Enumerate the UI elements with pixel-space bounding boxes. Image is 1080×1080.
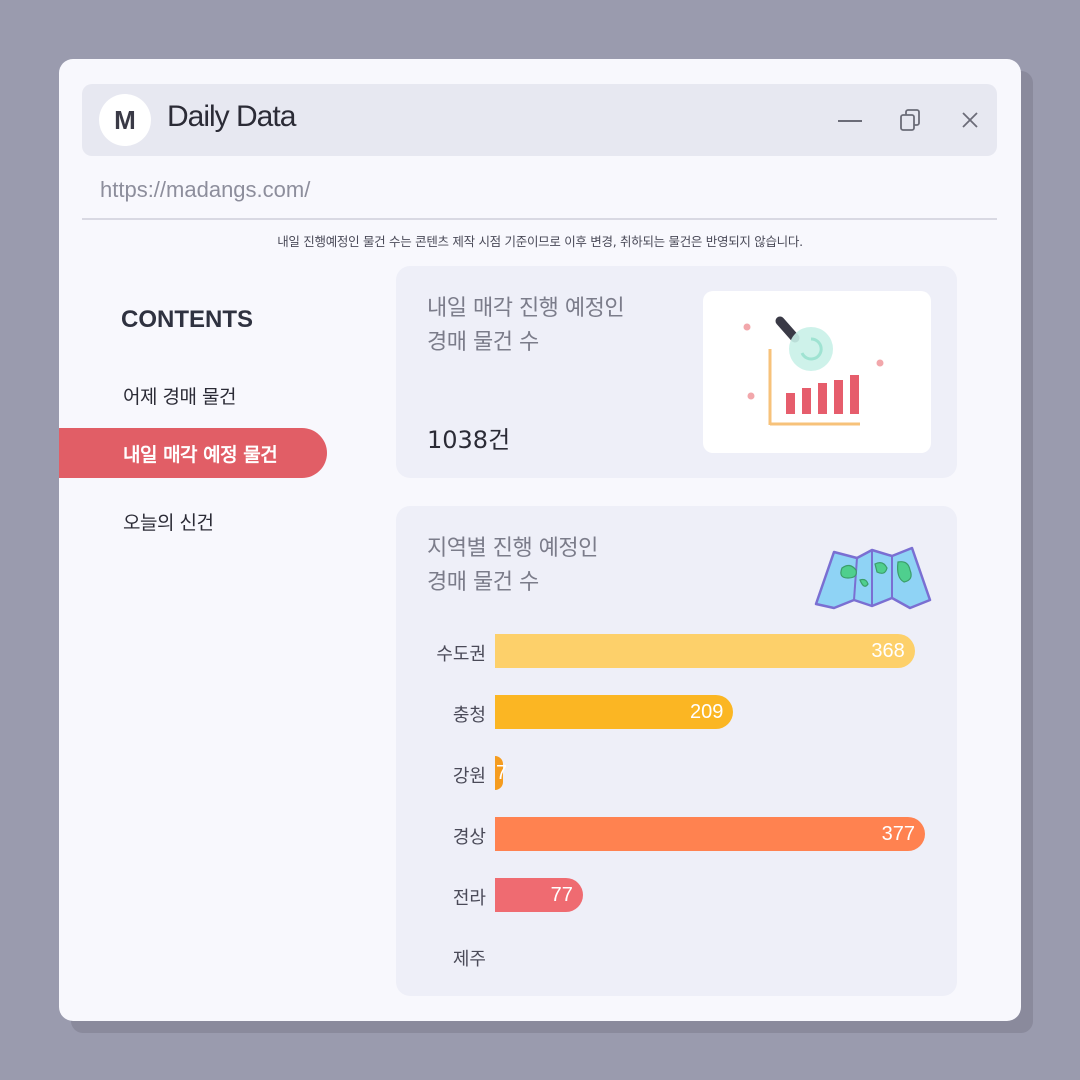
restore-button[interactable] (894, 104, 926, 136)
app-window: M Daily Data https://madangs.com/ 내일 진행예… (59, 59, 1021, 1021)
close-icon (962, 112, 978, 128)
minimize-icon (838, 120, 862, 122)
bar (495, 634, 915, 668)
close-button[interactable] (954, 104, 986, 136)
restore-icon (900, 109, 920, 131)
card-title: 내일 매각 진행 예정인 경매 물건 수 (427, 296, 625, 355)
bar-row: 제주 (396, 939, 956, 973)
bar-category-label: 수도권 (436, 644, 486, 665)
url-divider (82, 218, 997, 220)
bar-value-label: 209 (690, 701, 724, 723)
bar-category-label: 전라 (452, 888, 486, 909)
nav-item-label: 내일 매각 예정 물건 (123, 444, 278, 466)
minimize-button[interactable] (834, 104, 866, 136)
bar-category-label: 강원 (452, 766, 486, 787)
bar-row: 전라 77 (396, 878, 956, 912)
bar-value-label: 377 (881, 823, 915, 845)
bar-row: 경상 377 (396, 817, 956, 851)
bar-category-label: 충청 (452, 705, 486, 726)
bar-category-label: 제주 (452, 949, 486, 970)
bar-value-label: 368 (871, 640, 905, 662)
bar-row: 수도권 368 (396, 634, 956, 668)
notice-text: 내일 진행예정인 물건 수는 콘텐츠 제작 시점 기준이므로 이후 변경, 취하… (277, 234, 803, 249)
total-count-value: 1038건 (427, 426, 511, 454)
title-bar: M Daily Data (82, 84, 997, 156)
app-avatar: M (99, 94, 151, 146)
bar-category-label: 경상 (452, 827, 486, 848)
bar (495, 817, 925, 851)
bar-value-label: 7 (495, 762, 506, 784)
magnifier-chart-icon (743, 316, 884, 426)
bar-row: 강원 7 (396, 756, 956, 790)
contents-heading: CONTENTS (121, 306, 253, 333)
nav-item-tomorrow-sale[interactable]: 내일 매각 예정 물건 (59, 428, 327, 478)
nav-item-today-new[interactable]: 오늘의 신건 (123, 508, 214, 535)
region-chart-card: 지역별 진행 예정인 경매 물건 수 수도권 368 충청 209 강원 7 경상 377 전라… (396, 506, 957, 996)
chart-illustration-box (703, 291, 931, 453)
bar-row: 충청 209 (396, 695, 956, 729)
bar-value-label: 77 (550, 884, 573, 906)
nav-item-yesterday-auction[interactable]: 어제 경매 물건 (123, 382, 236, 409)
url-bar[interactable]: https://madangs.com/ (100, 177, 310, 203)
region-bar-chart: 수도권 368 충청 209 강원 7 경상 377 전라 77 제주 (396, 506, 957, 996)
app-title: Daily Data (167, 100, 296, 133)
total-count-card: 내일 매각 진행 예정인 경매 물건 수 1038건 (396, 266, 957, 478)
